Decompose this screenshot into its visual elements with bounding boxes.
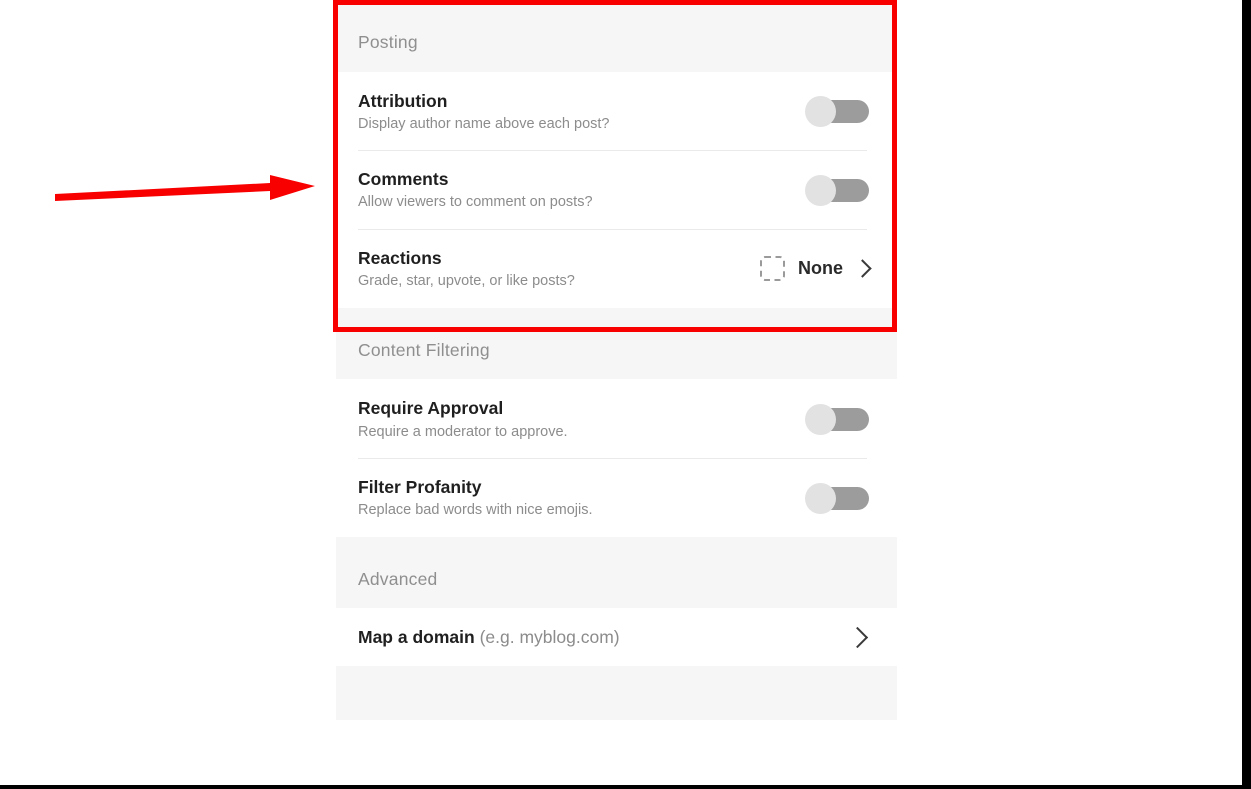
section-header-advanced: Advanced (336, 536, 897, 609)
toggle-filter-profanity[interactable] (805, 482, 869, 514)
reactions-selected-value: None (798, 258, 843, 279)
chevron-right-icon (853, 259, 872, 279)
toggle-require-approval[interactable] (805, 403, 869, 435)
toggle-knob-icon (805, 174, 836, 206)
section-header-posting: Posting (336, 0, 897, 72)
reactions-value-control[interactable]: None (760, 256, 872, 282)
setting-text-require-approval: Require Approval Require a moderator to … (358, 398, 568, 440)
section-title-content-filtering: Content Filtering (358, 339, 490, 360)
section-header-content-filtering: Content Filtering (336, 307, 897, 380)
section-footer-strip (336, 666, 897, 721)
map-a-domain-label: Map a domain (358, 627, 475, 648)
setting-row-require-approval[interactable]: Require Approval Require a moderator to … (358, 379, 875, 458)
toggle-knob-icon (805, 482, 836, 514)
red-arrow-right-annotation (55, 175, 315, 201)
toggle-attribution[interactable] (805, 95, 869, 127)
dashed-square-placeholder-icon (760, 256, 785, 282)
setting-row-map-a-domain[interactable]: Map a domain (e.g. myblog.com) (358, 608, 875, 666)
chevron-right-icon (846, 627, 869, 649)
setting-row-filter-profanity[interactable]: Filter Profanity Replace bad words with … (358, 458, 875, 537)
setting-description-filter-profanity: Replace bad words with nice emojis. (358, 502, 593, 519)
toggle-knob-icon (805, 95, 836, 127)
setting-text-reactions: Reactions Grade, star, upvote, or like p… (358, 248, 575, 290)
section-body-content-filtering: Require Approval Require a moderator to … (336, 379, 897, 537)
setting-label-reactions: Reactions (358, 248, 442, 269)
setting-description-attribution: Display author name above each post? (358, 115, 610, 132)
setting-label-attribution: Attribution (358, 90, 448, 111)
map-a-domain-hint: (e.g. myblog.com) (479, 627, 620, 648)
setting-label-comments: Comments (358, 169, 449, 190)
setting-row-comments[interactable]: Comments Allow viewers to comment on pos… (358, 150, 875, 229)
setting-description-reactions: Grade, star, upvote, or like posts? (358, 273, 575, 290)
settings-panel: Posting Attribution Display author name … (336, 0, 897, 789)
map-a-domain-label-group: Map a domain (e.g. myblog.com) (358, 627, 620, 648)
setting-text-comments: Comments Allow viewers to comment on pos… (358, 169, 593, 211)
setting-description-require-approval: Require a moderator to approve. (358, 423, 568, 440)
toggle-comments[interactable] (805, 174, 869, 206)
setting-text-attribution: Attribution Display author name above ea… (358, 91, 610, 133)
section-body-posting: Attribution Display author name above ea… (336, 71, 897, 308)
setting-text-filter-profanity: Filter Profanity Replace bad words with … (358, 477, 593, 519)
section-title-posting: Posting (358, 32, 418, 52)
setting-row-reactions[interactable]: Reactions Grade, star, upvote, or like p… (358, 229, 875, 308)
setting-row-attribution[interactable]: Attribution Display author name above ea… (358, 72, 875, 151)
setting-description-comments: Allow viewers to comment on posts? (358, 194, 593, 211)
setting-label-filter-profanity: Filter Profanity (358, 477, 482, 498)
section-title-advanced: Advanced (358, 568, 438, 589)
section-body-advanced: Map a domain (e.g. myblog.com) (336, 608, 897, 667)
toggle-knob-icon (805, 403, 836, 435)
setting-label-require-approval: Require Approval (358, 398, 504, 419)
